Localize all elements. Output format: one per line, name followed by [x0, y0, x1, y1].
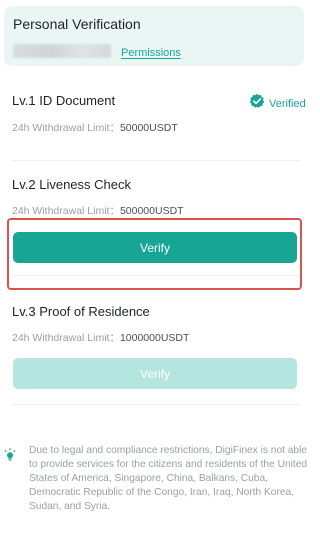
level-2-limit-label: 24h Withdrawal Limit：: [12, 205, 120, 217]
lightbulb-icon: [4, 447, 16, 467]
personal-verification-card: Personal Verification Permissions: [4, 6, 304, 66]
page-title: Personal Verification: [13, 16, 141, 32]
level-3-limit: 24h Withdrawal Limit：1000000USDT: [12, 330, 189, 345]
level-3-limit-label: 24h Withdrawal Limit：: [12, 332, 120, 344]
highlight-annotation-box: [7, 218, 302, 290]
permissions-link[interactable]: Permissions: [121, 47, 181, 59]
verified-status: Verified: [249, 93, 306, 114]
level-3-limit-value: 1000000USDT: [119, 332, 190, 344]
verified-label: Verified: [269, 97, 306, 110]
masked-user-id: [13, 44, 111, 58]
level-3-title: Lv.3 Proof of Residence: [12, 304, 150, 319]
section-divider: [12, 404, 300, 405]
verified-badge-icon: [249, 93, 265, 114]
level-1-limit: 24h Withdrawal Limit：50000USDT: [12, 120, 178, 135]
level-2-limit: 24h Withdrawal Limit：500000USDT: [12, 203, 184, 218]
level-1-title: Lv.1 ID Document: [12, 93, 116, 108]
level-1-limit-label: 24h Withdrawal Limit：: [12, 122, 120, 134]
compliance-notice-text: Due to legal and compliance restrictions…: [29, 445, 308, 512]
level-2-title: Lv.2 Liveness Check: [12, 177, 131, 192]
level-1-limit-value: 50000USDT: [119, 122, 178, 134]
level-3-verify-button[interactable]: Verify: [13, 358, 297, 389]
section-divider: [12, 160, 300, 161]
level-2-limit-value: 500000USDT: [119, 205, 184, 217]
